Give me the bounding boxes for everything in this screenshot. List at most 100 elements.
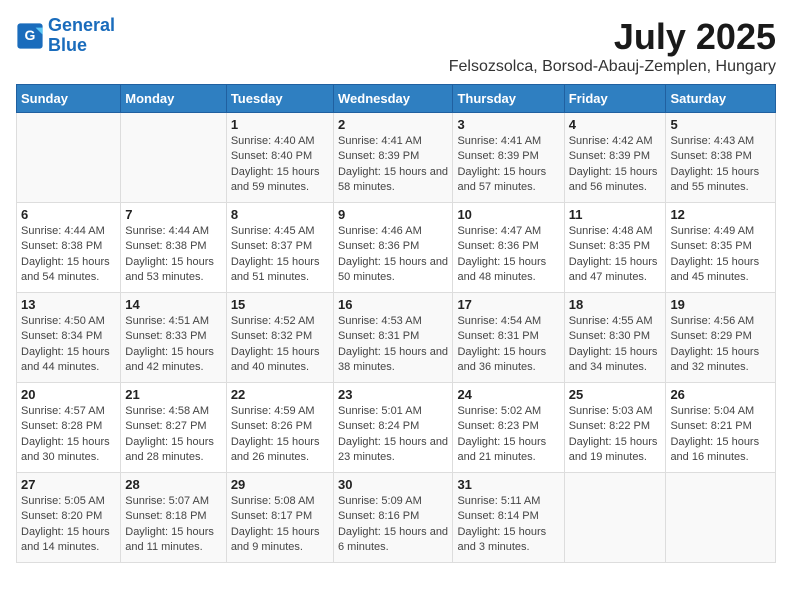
calendar-cell: 3Sunrise: 4:41 AM Sunset: 8:39 PM Daylig…: [453, 113, 564, 203]
day-info: Sunrise: 4:44 AM Sunset: 8:38 PM Dayligh…: [21, 224, 116, 286]
day-number: 6: [21, 207, 116, 222]
day-info: Sunrise: 4:46 AM Sunset: 8:36 PM Dayligh…: [338, 224, 448, 286]
day-info: Sunrise: 4:56 AM Sunset: 8:29 PM Dayligh…: [670, 314, 771, 376]
day-info: Sunrise: 4:45 AM Sunset: 8:37 PM Dayligh…: [231, 224, 329, 286]
logo-icon: G: [16, 22, 44, 50]
logo-text: General Blue: [48, 16, 115, 56]
day-info: Sunrise: 4:48 AM Sunset: 8:35 PM Dayligh…: [569, 224, 662, 286]
calendar-cell: 5Sunrise: 4:43 AM Sunset: 8:38 PM Daylig…: [666, 113, 776, 203]
calendar-cell: [564, 473, 666, 563]
calendar-cell: 19 Sunrise: 4:56 AM Sunset: 8:29 PM Dayli…: [666, 293, 776, 383]
calendar-cell: 26Sunrise: 5:04 AM Sunset: 8:21 PM Dayli…: [666, 383, 776, 473]
day-info: Sunrise: 4:54 AM Sunset: 8:31 PM Dayligh…: [457, 314, 559, 376]
weekday-header-saturday: Saturday: [666, 85, 776, 113]
calendar-cell: 12 Sunrise: 4:49 AM Sunset: 8:35 PM Dayli…: [666, 203, 776, 293]
calendar-week-4: 20Sunrise: 4:57 AM Sunset: 8:28 PM Dayli…: [17, 383, 776, 473]
day-number: 13: [21, 297, 116, 312]
day-number: 10: [457, 207, 559, 222]
calendar-week-5: 27 Sunrise: 5:05 AM Sunset: 8:20 PM Dayli…: [17, 473, 776, 563]
day-number: 12: [670, 207, 771, 222]
day-number: 27: [21, 477, 116, 492]
day-info: Sunrise: 4:50 AM Sunset: 8:34 PM Dayligh…: [21, 314, 116, 376]
day-info: Sunrise: 4:55 AM Sunset: 8:30 PM Dayligh…: [569, 314, 662, 376]
subtitle: Felsozsolca, Borsod-Abauj-Zemplen, Hunga…: [449, 58, 776, 76]
day-info: Sunrise: 5:08 AM Sunset: 8:17 PM Dayligh…: [231, 494, 329, 556]
day-info: Sunrise: 5:09 AM Sunset: 8:16 PM Dayligh…: [338, 494, 448, 556]
day-number: 19: [670, 297, 771, 312]
day-number: 1: [231, 117, 329, 132]
day-number: 16: [338, 297, 448, 312]
calendar-cell: 24 Sunrise: 5:02 AM Sunset: 8:23 PM Dayli…: [453, 383, 564, 473]
svg-text:G: G: [25, 27, 36, 43]
day-number: 5: [670, 117, 771, 132]
calendar-cell: 1 Sunrise: 4:40 AM Sunset: 8:40 PM Daylig…: [226, 113, 333, 203]
weekday-header-row: SundayMondayTuesdayWednesdayThursdayFrid…: [17, 85, 776, 113]
day-info: Sunrise: 4:58 AM Sunset: 8:27 PM Dayligh…: [125, 404, 222, 466]
day-info: Sunrise: 5:11 AM Sunset: 8:14 PM Dayligh…: [457, 494, 559, 556]
day-number: 3: [457, 117, 559, 132]
day-number: 30: [338, 477, 448, 492]
calendar-cell: 20Sunrise: 4:57 AM Sunset: 8:28 PM Dayli…: [17, 383, 121, 473]
calendar-cell: 18Sunrise: 4:55 AM Sunset: 8:30 PM Dayli…: [564, 293, 666, 383]
calendar-cell: 23 Sunrise: 5:01 AM Sunset: 8:24 PM Dayli…: [333, 383, 452, 473]
day-info: Sunrise: 5:05 AM Sunset: 8:20 PM Dayligh…: [21, 494, 116, 556]
calendar-cell: 21 Sunrise: 4:58 AM Sunset: 8:27 PM Dayli…: [121, 383, 227, 473]
calendar-cell: 31Sunrise: 5:11 AM Sunset: 8:14 PM Dayli…: [453, 473, 564, 563]
logo: G General Blue: [16, 16, 115, 56]
day-number: 14: [125, 297, 222, 312]
calendar-cell: 2Sunrise: 4:41 AM Sunset: 8:39 PM Daylig…: [333, 113, 452, 203]
day-number: 9: [338, 207, 448, 222]
calendar-cell: 16Sunrise: 4:53 AM Sunset: 8:31 PM Dayli…: [333, 293, 452, 383]
calendar-cell: 15 Sunrise: 4:52 AM Sunset: 8:32 PM Dayli…: [226, 293, 333, 383]
day-info: Sunrise: 5:01 AM Sunset: 8:24 PM Dayligh…: [338, 404, 448, 466]
day-info: Sunrise: 4:57 AM Sunset: 8:28 PM Dayligh…: [21, 404, 116, 466]
calendar-cell: 28 Sunrise: 5:07 AM Sunset: 8:18 PM Dayli…: [121, 473, 227, 563]
day-info: Sunrise: 4:52 AM Sunset: 8:32 PM Dayligh…: [231, 314, 329, 376]
day-number: 4: [569, 117, 662, 132]
calendar-cell: 9 Sunrise: 4:46 AM Sunset: 8:36 PM Daylig…: [333, 203, 452, 293]
calendar-cell: 30 Sunrise: 5:09 AM Sunset: 8:16 PM Dayli…: [333, 473, 452, 563]
calendar-week-2: 6 Sunrise: 4:44 AM Sunset: 8:38 PM Daylig…: [17, 203, 776, 293]
day-info: Sunrise: 4:49 AM Sunset: 8:35 PM Dayligh…: [670, 224, 771, 286]
day-number: 11: [569, 207, 662, 222]
weekday-header-wednesday: Wednesday: [333, 85, 452, 113]
day-info: Sunrise: 5:04 AM Sunset: 8:21 PM Dayligh…: [670, 404, 771, 466]
calendar-cell: 22Sunrise: 4:59 AM Sunset: 8:26 PM Dayli…: [226, 383, 333, 473]
weekday-header-sunday: Sunday: [17, 85, 121, 113]
day-info: Sunrise: 5:02 AM Sunset: 8:23 PM Dayligh…: [457, 404, 559, 466]
day-number: 28: [125, 477, 222, 492]
calendar-week-3: 13 Sunrise: 4:50 AM Sunset: 8:34 PM Dayli…: [17, 293, 776, 383]
calendar-cell: 7Sunrise: 4:44 AM Sunset: 8:38 PM Daylig…: [121, 203, 227, 293]
calendar-body: 1 Sunrise: 4:40 AM Sunset: 8:40 PM Daylig…: [17, 113, 776, 563]
day-number: 21: [125, 387, 222, 402]
day-info: Sunrise: 5:07 AM Sunset: 8:18 PM Dayligh…: [125, 494, 222, 556]
day-info: Sunrise: 4:44 AM Sunset: 8:38 PM Dayligh…: [125, 224, 222, 286]
page-header: G General Blue July 2025 Felsozsolca, Bo…: [16, 16, 776, 76]
calendar-cell: 17Sunrise: 4:54 AM Sunset: 8:31 PM Dayli…: [453, 293, 564, 383]
calendar-cell: 29Sunrise: 5:08 AM Sunset: 8:17 PM Dayli…: [226, 473, 333, 563]
calendar-cell: 13 Sunrise: 4:50 AM Sunset: 8:34 PM Dayli…: [17, 293, 121, 383]
weekday-header-thursday: Thursday: [453, 85, 564, 113]
day-info: Sunrise: 4:40 AM Sunset: 8:40 PM Dayligh…: [231, 134, 329, 196]
calendar-cell: 14 Sunrise: 4:51 AM Sunset: 8:33 PM Dayli…: [121, 293, 227, 383]
day-info: Sunrise: 4:51 AM Sunset: 8:33 PM Dayligh…: [125, 314, 222, 376]
calendar-cell: 4 Sunrise: 4:42 AM Sunset: 8:39 PM Daylig…: [564, 113, 666, 203]
day-number: 15: [231, 297, 329, 312]
day-info: Sunrise: 5:03 AM Sunset: 8:22 PM Dayligh…: [569, 404, 662, 466]
calendar-cell: 10Sunrise: 4:47 AM Sunset: 8:36 PM Dayli…: [453, 203, 564, 293]
day-info: Sunrise: 4:42 AM Sunset: 8:39 PM Dayligh…: [569, 134, 662, 196]
day-number: 8: [231, 207, 329, 222]
day-number: 23: [338, 387, 448, 402]
day-number: 24: [457, 387, 559, 402]
calendar-cell: [666, 473, 776, 563]
day-info: Sunrise: 4:59 AM Sunset: 8:26 PM Dayligh…: [231, 404, 329, 466]
calendar-table: SundayMondayTuesdayWednesdayThursdayFrid…: [16, 84, 776, 563]
calendar-cell: [121, 113, 227, 203]
weekday-header-monday: Monday: [121, 85, 227, 113]
title-block: July 2025 Felsozsolca, Borsod-Abauj-Zemp…: [449, 16, 776, 76]
calendar-cell: 27 Sunrise: 5:05 AM Sunset: 8:20 PM Dayli…: [17, 473, 121, 563]
calendar-week-1: 1 Sunrise: 4:40 AM Sunset: 8:40 PM Daylig…: [17, 113, 776, 203]
logo-line2: Blue: [48, 35, 87, 55]
logo-line1: General: [48, 15, 115, 35]
weekday-header-friday: Friday: [564, 85, 666, 113]
